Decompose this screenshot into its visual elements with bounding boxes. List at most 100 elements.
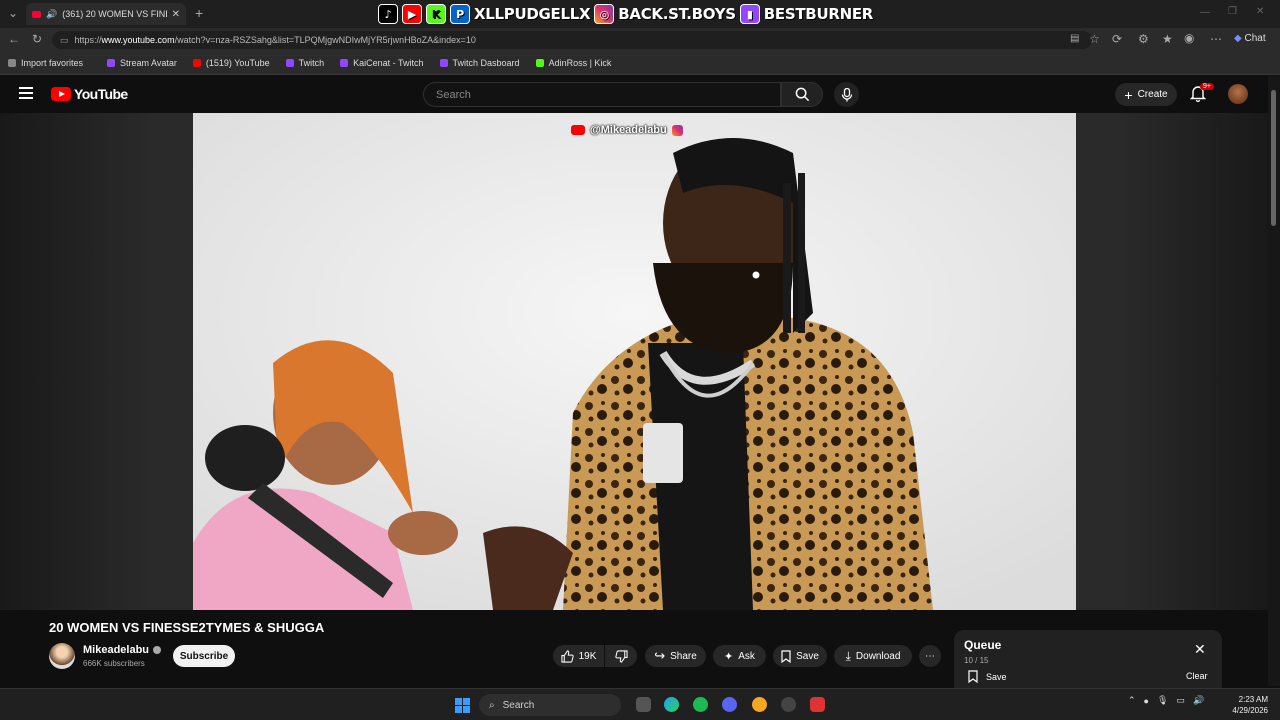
youtube-favicon-icon bbox=[32, 10, 41, 18]
subscribe-button[interactable]: Subscribe bbox=[173, 645, 235, 667]
ask-button[interactable]: ✦ Ask bbox=[713, 645, 766, 667]
copilot-chat-button[interactable]: ◆ Chat bbox=[1234, 33, 1266, 44]
tray-app-icon[interactable]: ● bbox=[1144, 696, 1149, 706]
more-options-icon[interactable]: ⋯ bbox=[1210, 32, 1222, 46]
twitch-icon bbox=[340, 59, 349, 67]
favorite-star-icon[interactable]: ☆ bbox=[1089, 32, 1100, 46]
site-info-icon[interactable]: ▭ bbox=[60, 35, 69, 46]
minimize-icon[interactable]: — bbox=[1200, 7, 1210, 18]
extensions-icon[interactable]: ⟳ bbox=[1112, 32, 1122, 46]
network-icon[interactable]: ▭ bbox=[1176, 695, 1185, 706]
channel-avatar[interactable] bbox=[49, 643, 75, 669]
bookmark-kaicenat[interactable]: KaiCenat - Twitch bbox=[340, 58, 424, 68]
close-window-icon[interactable]: ✕ bbox=[1256, 6, 1264, 17]
download-button[interactable]: ⤓ Download bbox=[834, 645, 912, 667]
back-icon[interactable]: ← bbox=[8, 32, 20, 46]
ask-label: Ask bbox=[738, 650, 755, 662]
plus-icon: + bbox=[1124, 86, 1133, 103]
voice-search-button[interactable] bbox=[834, 82, 859, 107]
youtube-icon bbox=[571, 125, 585, 135]
bookmark-twitch-dashboard[interactable]: Twitch Dasboard bbox=[439, 58, 520, 68]
stream-overlay-banner: ♪ ▶ K P XLLPUDGELLX ◎ BACK.ST.BOYS ▮ BES… bbox=[378, 2, 873, 26]
restore-icon[interactable]: ❐ bbox=[1228, 6, 1237, 17]
close-tab-icon[interactable]: ✕ bbox=[172, 9, 180, 20]
bookmark-label: KaiCenat - Twitch bbox=[353, 58, 424, 68]
url-field[interactable]: ▭ https://www.youtube.com/watch?v=nza-RS… bbox=[52, 31, 1092, 49]
youtube-icon: ▶ bbox=[402, 4, 422, 24]
queue-title: Queue bbox=[964, 638, 1002, 652]
new-tab-icon[interactable]: + bbox=[195, 5, 203, 21]
windows-start-icon[interactable] bbox=[455, 698, 470, 713]
taskbar-search-label: Search bbox=[502, 699, 535, 711]
show-hidden-icons-icon[interactable]: ⌃ bbox=[1128, 695, 1136, 706]
like-button[interactable]: 19K bbox=[553, 645, 604, 667]
close-queue-icon[interactable]: ✕ bbox=[1194, 641, 1206, 658]
video-player[interactable]: @Mikeadelabu bbox=[193, 113, 1076, 610]
obs-icon[interactable] bbox=[781, 697, 796, 712]
overlay-handle-1: XLLPUDGELLX bbox=[474, 5, 591, 23]
browser-tab-active[interactable]: 🔊 (361) 20 WOMEN VS FINESSE ✕ bbox=[26, 3, 186, 25]
favorites-icon[interactable]: ★ bbox=[1162, 32, 1173, 46]
edge-icon[interactable] bbox=[664, 697, 679, 712]
bookmark-icon bbox=[968, 670, 978, 683]
volume-icon[interactable]: 🔊 bbox=[1193, 695, 1204, 706]
overlay-handle-3: BESTBURNER bbox=[763, 5, 874, 23]
bookmark-youtube[interactable]: (1519) YouTube bbox=[192, 58, 270, 68]
playstation-icon: P bbox=[450, 4, 470, 24]
microphone-icon[interactable]: 🎙 bbox=[1157, 695, 1168, 706]
search-icon bbox=[795, 87, 809, 102]
audio-playing-icon[interactable]: 🔊 bbox=[46, 9, 57, 20]
share-button[interactable]: ↪ Share bbox=[645, 645, 706, 667]
more-actions-button[interactable]: ⋯ bbox=[919, 645, 941, 667]
queue-panel: Queue 10 / 15 ✕ Save Clear bbox=[954, 630, 1222, 688]
search-icon: ⌕ bbox=[489, 699, 495, 711]
download-label: Download bbox=[855, 650, 901, 662]
bookmark-icon bbox=[781, 649, 791, 663]
clock-date: 4/29/2026 bbox=[1232, 706, 1268, 715]
save-button[interactable]: Save bbox=[773, 645, 827, 667]
task-view-icon[interactable] bbox=[636, 697, 651, 712]
system-tray: ⌃ ● 🎙 ▭ 🔊 bbox=[1128, 695, 1204, 706]
queue-clear-button[interactable]: Clear bbox=[1186, 671, 1208, 681]
bookmarks-bar: Import favorites Stream Avatar (1519) Yo… bbox=[0, 52, 1280, 75]
save-label: Save bbox=[796, 650, 819, 662]
create-button[interactable]: + Create bbox=[1115, 83, 1177, 106]
spotify-icon[interactable] bbox=[693, 697, 708, 712]
url-prefix: https:// bbox=[74, 35, 102, 45]
youtube-masthead: YouTube Search + Create 9+ bbox=[0, 76, 1268, 113]
microphone-icon bbox=[841, 87, 852, 101]
taskbar-search[interactable]: ⌕ Search bbox=[479, 694, 621, 716]
bookmark-stream-avatar[interactable]: Stream Avatar bbox=[107, 58, 177, 68]
discord-icon[interactable] bbox=[722, 697, 737, 712]
address-bar-row: ← ↻ ▭ https://www.youtube.com/watch?v=nz… bbox=[0, 28, 1280, 52]
youtube-logo[interactable]: YouTube bbox=[51, 86, 128, 102]
system-clock[interactable]: 2:23 AM 4/29/2026 bbox=[1230, 694, 1268, 716]
profile-icon[interactable]: ◉ bbox=[1184, 31, 1194, 45]
bookmark-label: AdinRoss | Kick bbox=[548, 58, 612, 68]
refresh-icon[interactable]: ↻ bbox=[32, 32, 42, 46]
bookmark-adinross-kick[interactable]: AdinRoss | Kick bbox=[535, 58, 612, 68]
channel-name-link[interactable]: Mikeadelabu bbox=[83, 644, 162, 656]
app-icon[interactable] bbox=[752, 697, 767, 712]
search-button[interactable] bbox=[781, 82, 823, 107]
search-input[interactable]: Search bbox=[423, 82, 781, 107]
account-avatar[interactable] bbox=[1228, 84, 1248, 104]
queue-save-button[interactable]: Save bbox=[968, 670, 1007, 683]
red-app-icon[interactable] bbox=[810, 697, 825, 712]
url-host: www.youtube.com bbox=[101, 35, 175, 45]
subscriber-count: 666K subscribers bbox=[83, 659, 145, 668]
bookmark-import-favorites[interactable]: Import favorites bbox=[8, 58, 83, 68]
puzzle-icon[interactable]: ⚙ bbox=[1138, 32, 1149, 46]
dislike-button[interactable] bbox=[605, 645, 637, 667]
search-placeholder: Search bbox=[436, 88, 471, 101]
overlay-handle-2: BACK.ST.BOYS bbox=[618, 5, 736, 23]
windows-taskbar: ⌕ Search ⌃ ● 🎙 ▭ 🔊 2:23 AM 4/29/2026 bbox=[0, 688, 1280, 720]
tab-actions-icon[interactable]: ⌄ bbox=[8, 6, 18, 20]
logo-text: YouTube bbox=[74, 86, 128, 102]
download-icon: ⤓ bbox=[845, 648, 851, 663]
bookmark-twitch[interactable]: Twitch bbox=[285, 58, 324, 68]
reader-view-icon[interactable]: ▤ bbox=[1070, 33, 1079, 44]
page-scrollbar[interactable] bbox=[1268, 76, 1280, 686]
scrollbar-thumb[interactable] bbox=[1271, 90, 1276, 226]
hamburger-menu-icon[interactable] bbox=[19, 87, 33, 99]
